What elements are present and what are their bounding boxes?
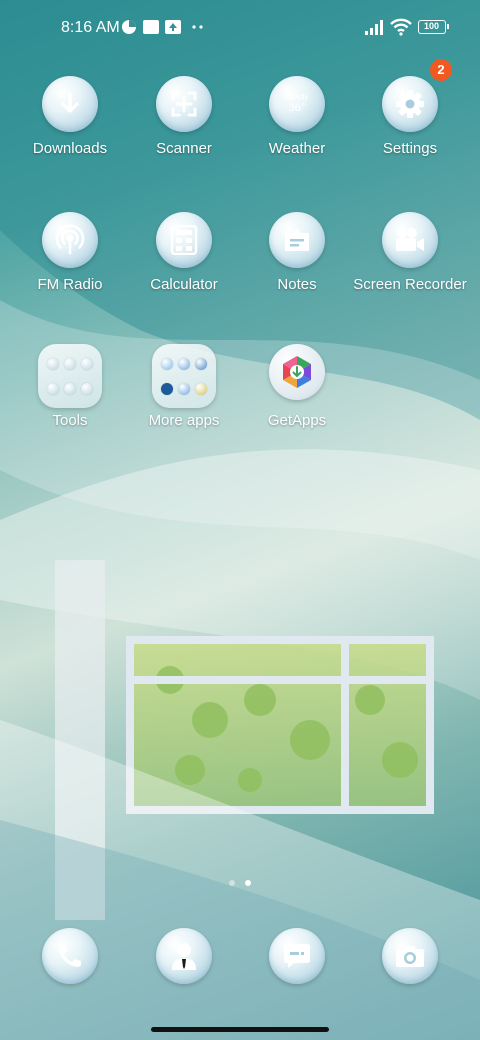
folder-tools[interactable]: Tools xyxy=(10,344,130,430)
app-label: FM Radio xyxy=(37,276,103,293)
signal-icon xyxy=(365,20,383,35)
getapps-icon xyxy=(269,344,325,400)
app-label: Screen Recorder xyxy=(353,276,467,293)
notification-badge: 2 xyxy=(430,59,452,81)
camera-icon xyxy=(382,928,438,984)
note-icon xyxy=(269,212,325,268)
app-label: Tools xyxy=(52,412,88,429)
folder-more-apps[interactable]: More apps xyxy=(124,344,244,430)
status-time: 8:16 AM xyxy=(61,19,120,36)
app-label: Weather xyxy=(268,140,326,157)
more-notifications-icon xyxy=(192,25,203,29)
page-dot xyxy=(229,880,235,886)
hotspot-icon xyxy=(122,20,136,34)
contacts-icon xyxy=(156,928,212,984)
notification-square-icon xyxy=(143,20,159,34)
app-label: More apps xyxy=(148,412,220,429)
status-bar: 8:16 AM 100 xyxy=(0,0,480,56)
app-label: Notes xyxy=(277,276,317,293)
calculator-icon xyxy=(156,212,212,268)
app-label: Downloads xyxy=(32,140,108,157)
dock-camera[interactable] xyxy=(350,928,470,984)
gear-icon xyxy=(382,76,438,132)
video-camera-icon xyxy=(382,212,438,268)
message-icon xyxy=(269,928,325,984)
app-label: Scanner xyxy=(156,140,212,157)
weather-temp: 36° xyxy=(288,101,306,114)
folder-icon xyxy=(38,344,102,408)
battery-level: 100 xyxy=(423,21,440,31)
upload-notification-icon xyxy=(165,20,181,34)
wifi-icon xyxy=(390,18,412,36)
scanner-frame-icon xyxy=(156,76,212,132)
dock-contacts[interactable] xyxy=(124,928,244,984)
weather-icon: Cloudy 36° xyxy=(269,76,325,132)
radio-antenna-icon xyxy=(42,212,98,268)
dock-messaging[interactable] xyxy=(237,928,357,984)
app-fm-radio[interactable]: FM Radio xyxy=(10,212,130,294)
app-weather[interactable]: Cloudy 36° Weather xyxy=(237,76,357,158)
battery-indicator: 100 xyxy=(418,20,449,34)
page-dot-active xyxy=(245,880,251,886)
app-getapps[interactable]: GetApps xyxy=(237,344,357,430)
app-label: GetApps xyxy=(267,412,327,429)
app-downloads[interactable]: Downloads xyxy=(10,76,130,158)
weather-condition: Cloudy xyxy=(286,93,308,101)
app-settings[interactable]: Settings xyxy=(350,76,470,158)
dock-phone[interactable] xyxy=(10,928,130,984)
page-indicator xyxy=(229,880,253,886)
folder-icon xyxy=(152,344,216,408)
app-label: Calculator xyxy=(150,276,218,293)
gesture-navigation-bar[interactable] xyxy=(151,1027,329,1032)
phone-icon xyxy=(42,928,98,984)
app-calculator[interactable]: Calculator xyxy=(124,212,244,294)
app-screen-recorder[interactable]: Screen Recorder xyxy=(350,212,470,294)
app-notes[interactable]: Notes xyxy=(237,212,357,294)
download-arrow-icon xyxy=(42,76,98,132)
app-scanner[interactable]: Scanner xyxy=(124,76,244,158)
app-label: Settings xyxy=(382,140,438,157)
